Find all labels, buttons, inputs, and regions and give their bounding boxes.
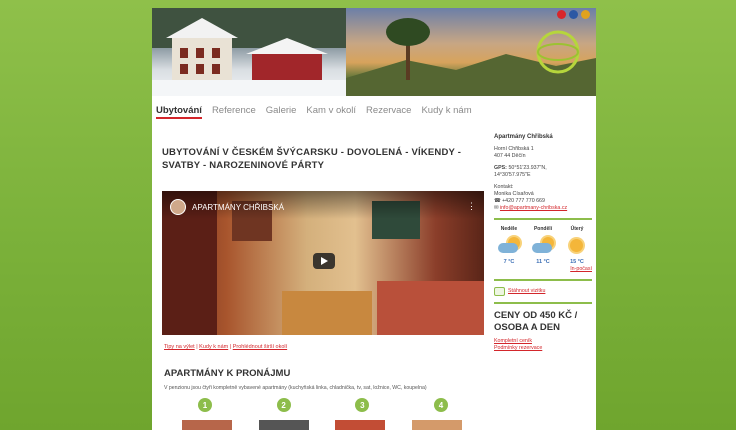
weather-forecast: Neděle 7 °C Pondělí 11 °C Úterý 15 °C	[494, 226, 592, 266]
flag-en-icon[interactable]	[569, 10, 578, 19]
forecast-link[interactable]: In-počasí	[570, 266, 592, 272]
weather-day-label: Neděle	[500, 226, 518, 232]
sun-icon	[564, 235, 590, 257]
channel-avatar[interactable]	[170, 199, 186, 215]
phone-number: ☎ +420 777 770 669	[494, 198, 592, 205]
nav-item-galerie[interactable]: Galerie	[266, 105, 297, 119]
gps-coordinate: 50°51'23.937"N,	[508, 165, 547, 171]
video-title[interactable]: APARTMÁNY CHŘIBSKÁ	[192, 203, 284, 212]
cloud-icon	[498, 243, 518, 253]
email-link[interactable]: info@apartmany-chribska.cz	[500, 205, 567, 211]
nav-item-ubytovani[interactable]: Ubytování	[156, 105, 202, 119]
weather-day-label: Pondělí	[533, 226, 553, 232]
more-options-icon[interactable]: ⋮	[467, 201, 476, 212]
play-icon[interactable]	[313, 253, 335, 269]
weather-day-label: Úterý	[570, 226, 584, 232]
divider	[494, 302, 592, 304]
landscape-illustration	[346, 18, 596, 96]
contact-name: Monika Císařová	[494, 191, 534, 197]
weather-day-1: Pondělí 11 °C	[528, 226, 558, 266]
link-kudy-k-nam[interactable]: Kudy k nám	[199, 344, 228, 350]
main-navigation: Ubytování Reference Galerie Kam v okolí …	[156, 105, 472, 119]
download-link[interactable]: Stáhnout vizitku	[508, 288, 545, 295]
apartment-thumbnail[interactable]	[335, 420, 386, 430]
nav-item-reference[interactable]: Reference	[212, 105, 256, 119]
apartment-thumbnail[interactable]	[182, 420, 232, 430]
video-player[interactable]: APARTMÁNY CHŘIBSKÁ ⋮	[162, 191, 484, 335]
contact: Kontakt: Monika Císařová ☎ +420 777 770 …	[494, 184, 592, 212]
video-links: Tipy na výlet | Kudy k nám | Prohlédnout…	[164, 344, 288, 350]
sidebar: Apartmány Chřibská Horní Chřibská 1 407 …	[494, 134, 592, 352]
sun-icon	[570, 239, 583, 252]
snow-cloud-icon	[496, 235, 522, 257]
price-heading: CENY OD 450 KČ / OSOBA A DEN	[494, 310, 578, 333]
header-banner	[152, 8, 596, 96]
phone-text: +420 777 770 669	[502, 198, 545, 204]
price-links: Kompletní ceník Podmínky rezervace	[494, 338, 592, 352]
page-title: UBYTOVÁNÍ V ČESKÉM ŠVÝCARSKU - DOVOLENÁ …	[162, 147, 462, 171]
link-sirsi-okoli[interactable]: Prohlédnout širší okolí	[233, 344, 287, 350]
address-line: 407 44 Děčín	[494, 153, 526, 159]
mail-icon: ✉	[494, 205, 499, 211]
apartment-thumbnails	[182, 420, 462, 430]
phone-icon: ☎	[494, 198, 501, 204]
apartment-numbers: 1 2 3 4	[198, 398, 448, 412]
address: Horní Chřibská 1 407 44 Děčín	[494, 146, 592, 160]
sun-cloud-icon	[530, 235, 556, 257]
download-icon	[494, 287, 505, 296]
page: Ubytování Reference Galerie Kam v okolí …	[152, 8, 596, 430]
apartment-number-badge[interactable]: 3	[355, 398, 370, 412]
apartment-thumbnail[interactable]	[258, 420, 309, 430]
apartment-number-badge[interactable]: 4	[433, 398, 448, 412]
house-illustration	[152, 8, 346, 96]
price-list-link[interactable]: Kompletní ceník	[494, 338, 532, 344]
banner-house-photo	[152, 8, 346, 96]
language-flags	[557, 10, 590, 19]
contact-label: Kontakt:	[494, 184, 514, 190]
weather-day-2: Úterý 15 °C	[562, 226, 592, 266]
nav-item-rezervace[interactable]: Rezervace	[366, 105, 411, 119]
link-tipy-na-vylet[interactable]: Tipy na výlet	[164, 344, 195, 350]
reservation-terms-link[interactable]: Podmínky rezervace	[494, 345, 542, 351]
flag-de-icon[interactable]	[581, 10, 590, 19]
cloud-icon	[532, 243, 552, 253]
divider	[494, 279, 592, 281]
nav-item-kam-v-okoli[interactable]: Kam v okolí	[306, 105, 356, 119]
gps-label: GPS:	[494, 165, 507, 171]
apartment-number-badge[interactable]: 2	[276, 398, 291, 412]
email: ✉ info@apartmany-chribska.cz	[494, 205, 592, 212]
apartment-thumbnail[interactable]	[411, 420, 462, 430]
gps-coordinate: 14°30'57.975"E	[494, 172, 531, 178]
divider	[494, 218, 592, 220]
apartments-description: V penzionu jsou čtyři kompletně vybavené…	[164, 385, 427, 391]
apartment-number-badge[interactable]: 1	[198, 398, 212, 412]
flag-cz-icon[interactable]	[557, 10, 566, 19]
download-card[interactable]: Stáhnout vizitku	[494, 287, 592, 296]
weather-temp: 15 °C	[570, 259, 584, 265]
sidebar-title: Apartmány Chřibská	[494, 134, 553, 140]
apartments-heading: APARTMÁNY K PRONÁJMU	[164, 368, 291, 379]
weather-day-0: Neděle 7 °C	[494, 226, 524, 266]
address-line: Horní Chřibská 1	[494, 146, 534, 152]
nav-item-kudy-k-nam[interactable]: Kudy k nám	[421, 105, 471, 119]
weather-temp: 11 °C	[536, 259, 550, 265]
forecast-link-row: In-počasí	[494, 266, 592, 273]
gps: GPS: 50°51'23.937"N, 14°30'57.975"E	[494, 165, 592, 179]
main-content: UBYTOVÁNÍ V ČESKÉM ŠVÝCARSKU - DOVOLENÁ …	[162, 146, 486, 172]
banner-landscape-photo	[346, 8, 596, 96]
weather-temp: 7 °C	[503, 259, 515, 265]
